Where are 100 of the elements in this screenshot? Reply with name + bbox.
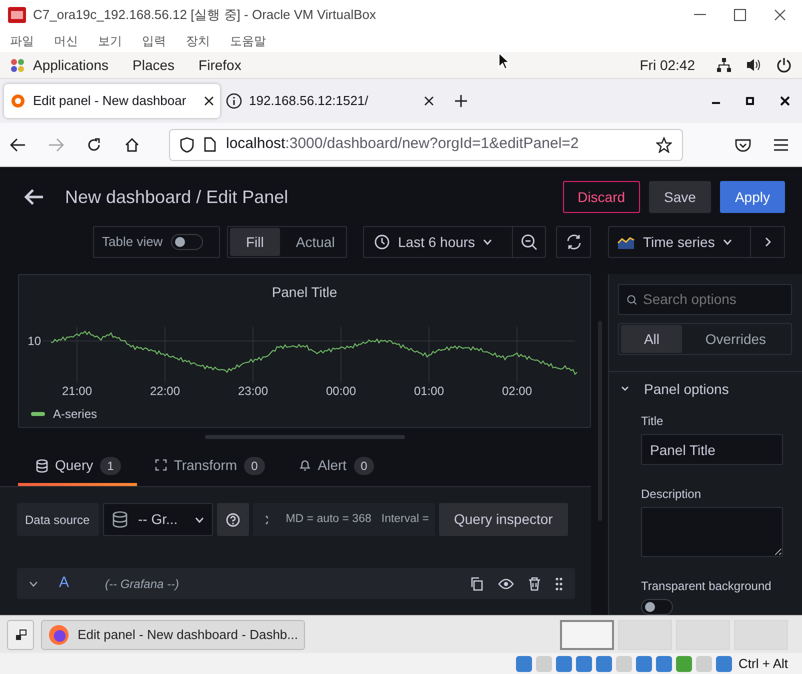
secondary-button[interactable]: Save: [649, 181, 711, 213]
mode-tab[interactable]: Fill: [230, 228, 280, 256]
editor-tab[interactable]: Query 1: [18, 448, 137, 486]
menu-icon[interactable]: [772, 138, 788, 152]
workspace-button[interactable]: [560, 620, 614, 650]
database-icon: [36, 458, 48, 472]
help-button[interactable]: [217, 503, 249, 536]
menu-item[interactable]: 장치: [186, 32, 210, 50]
query-options-bar[interactable]: MD = auto = 368 Interval =: [253, 503, 435, 536]
help-icon: [226, 512, 240, 526]
data-source-select[interactable]: -- Gr...: [103, 503, 213, 536]
tab-close-icon[interactable]: [424, 96, 434, 106]
query-inspector-button[interactable]: Query inspector: [439, 503, 568, 536]
chevron-right-icon[interactable]: [764, 237, 770, 247]
back-arrow-icon[interactable]: [24, 188, 44, 206]
field-label: Transparent background: [641, 578, 772, 595]
panel-options-header[interactable]: Panel options: [621, 380, 802, 398]
info-icon: [226, 93, 242, 109]
axis-label: 02:00: [502, 384, 532, 398]
zoom-out-icon[interactable]: [520, 234, 538, 250]
legend-label[interactable]: A-series: [53, 405, 98, 423]
count-badge: 0: [354, 456, 374, 474]
transform-icon: [154, 458, 167, 472]
menu-item[interactable]: 도움말: [230, 32, 266, 50]
grafana-logo-icon: [10, 93, 26, 109]
search-options-field[interactable]: Search options: [643, 289, 783, 310]
firefox-logo-icon: [48, 624, 70, 646]
data-source-label: Data source: [17, 503, 99, 536]
trash-icon[interactable]: [528, 576, 541, 590]
menu-item[interactable]: 머신: [54, 32, 78, 50]
top-bar-menu[interactable]: Places: [132, 54, 175, 76]
tab-close-icon[interactable]: [204, 96, 214, 106]
url-text: localhost:3000/dashboard/new?orgId=1&editPanel=2: [226, 134, 579, 154]
app-icon: [8, 7, 26, 23]
search-box[interactable]: Search options: [618, 284, 792, 315]
window-title: C7_ora19c_192.168.56.12 [실행 중] - Oracle VM VirtualBox: [33, 6, 376, 24]
page-title: New dashboard / Edit Panel: [65, 186, 288, 208]
top-bar-menu[interactable]: Applications: [33, 54, 108, 76]
bell-icon: [298, 458, 311, 472]
table-view-toggle[interactable]: Table view: [93, 226, 220, 258]
star-icon[interactable]: [656, 136, 672, 152]
power-icon[interactable]: [776, 57, 792, 73]
time-series-icon: [617, 235, 635, 249]
restore-icon[interactable]: [746, 97, 754, 105]
query-row-header[interactable]: A (-- Grafana --): [17, 568, 575, 599]
editor-tab[interactable]: Transform 0: [136, 448, 281, 486]
axis-label: 22:00: [150, 384, 180, 398]
menu-item[interactable]: 보기: [98, 32, 122, 50]
axis-label: 21:00: [62, 384, 92, 398]
home-icon[interactable]: [124, 136, 140, 152]
volume-icon[interactable]: [746, 57, 762, 73]
shield-icon: [180, 136, 194, 152]
apps-icon[interactable]: [10, 58, 25, 72]
taskbar-button[interactable]: Edit panel - New dashboard - Dashb...: [41, 620, 305, 650]
menu-item[interactable]: 입력: [142, 32, 166, 50]
primary-button[interactable]: Apply: [720, 181, 785, 213]
query-ref[interactable]: A: [59, 572, 70, 595]
query-source: (-- Grafana --): [105, 576, 180, 592]
options-tab[interactable]: Overrides: [682, 325, 789, 353]
chevron-right-icon: [265, 514, 268, 524]
minimize-icon[interactable]: [694, 14, 706, 16]
title-field[interactable]: Panel Title: [641, 434, 783, 465]
axis-label: 10: [28, 334, 41, 348]
copy-icon[interactable]: [470, 576, 484, 590]
database-icon: [112, 511, 128, 528]
close-icon[interactable]: [774, 9, 786, 21]
danger-button[interactable]: Discard: [562, 181, 640, 213]
browser-tab[interactable]: Edit panel - New dashboar: [4, 84, 220, 118]
clock-icon: [374, 234, 390, 250]
close-icon[interactable]: [780, 96, 790, 106]
editor-tab[interactable]: Alert 0: [280, 448, 390, 486]
windows-icon: [14, 628, 26, 640]
host-key-label: Ctrl + Alt: [738, 655, 788, 674]
menu-item[interactable]: 파일: [10, 32, 34, 50]
field-label: Title: [641, 413, 664, 430]
reload-icon[interactable]: [86, 136, 102, 152]
eye-icon[interactable]: [498, 578, 514, 590]
options-tab[interactable]: All: [621, 325, 682, 353]
url-field[interactable]: localhost:3000/dashboard/new?orgId=1&editPanel=2: [169, 128, 683, 160]
show-desktop-button[interactable]: [7, 620, 34, 650]
panel-title: Panel Title: [272, 284, 338, 300]
top-bar-menu[interactable]: Firefox: [198, 54, 242, 76]
transparent-background-toggle[interactable]: [641, 599, 673, 615]
drag-handle-icon[interactable]: [555, 576, 563, 590]
new-tab-icon[interactable]: [454, 94, 468, 108]
pocket-icon[interactable]: [734, 138, 750, 152]
back-icon[interactable]: [10, 138, 26, 152]
chevron-icon[interactable]: [29, 580, 38, 586]
description-field[interactable]: [641, 507, 783, 557]
refresh-icon: [566, 234, 582, 250]
browser-tab[interactable]: 192.168.56.12:1521/: [220, 84, 440, 118]
caret-icon: [483, 239, 492, 245]
clock[interactable]: Fri 02:42: [640, 54, 695, 76]
page-icon: [204, 137, 216, 152]
maximize-icon[interactable]: [734, 9, 746, 21]
count-badge: 0: [244, 456, 265, 474]
axis-label: 23:00: [238, 384, 268, 398]
mode-tab[interactable]: Actual: [280, 228, 351, 256]
refresh-button[interactable]: [556, 226, 591, 258]
caret-icon: [722, 239, 732, 245]
